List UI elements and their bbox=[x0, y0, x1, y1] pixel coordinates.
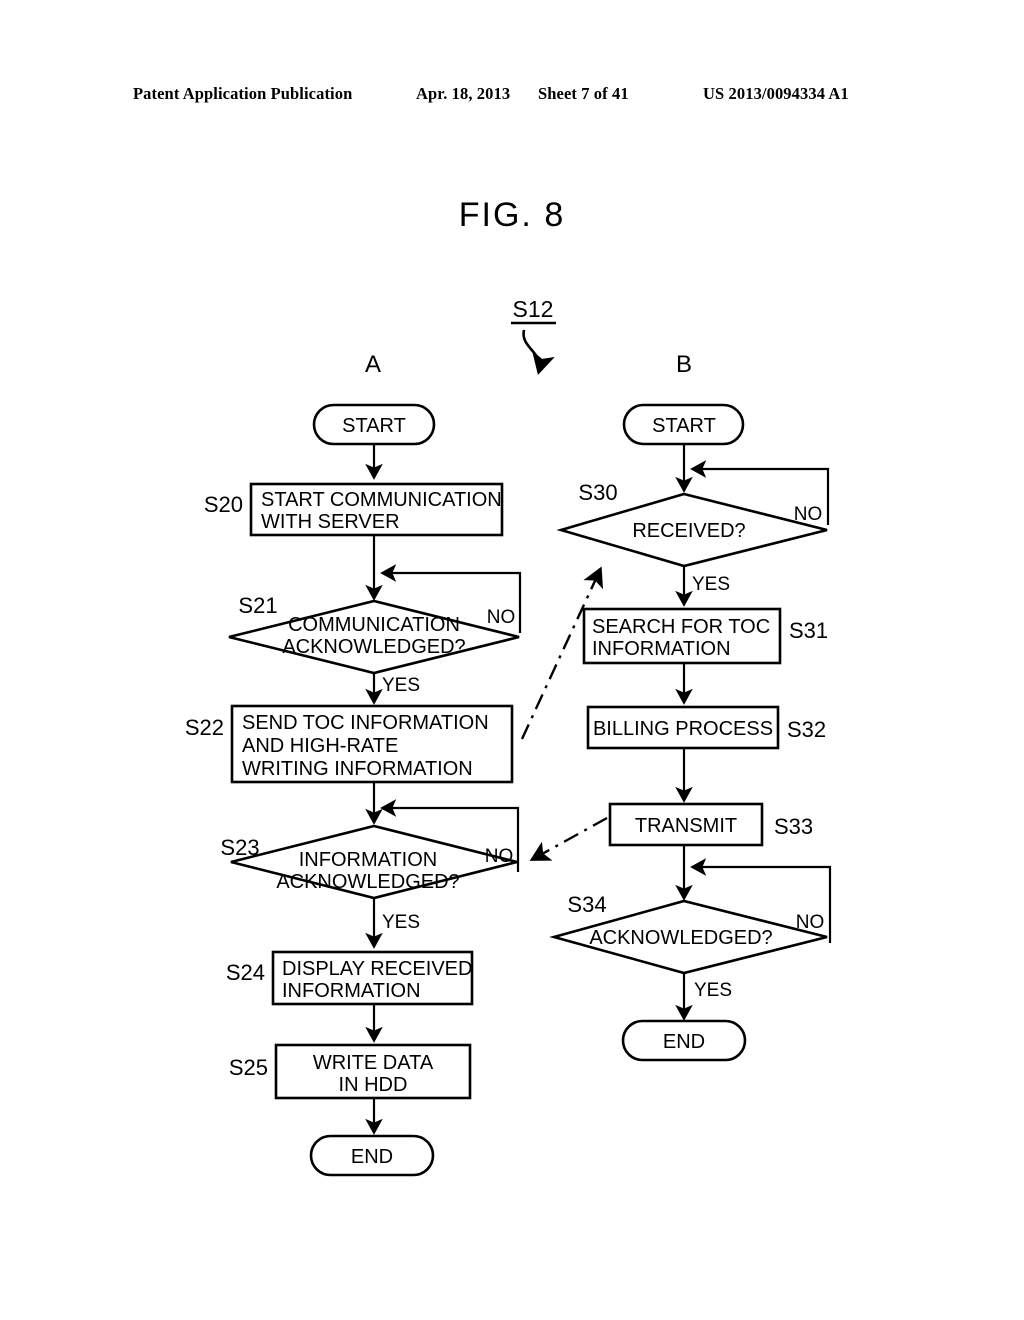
node-s20-label-line2: WITH SERVER bbox=[261, 511, 400, 533]
node-s23-label-line2: ACKNOWLEDGED? bbox=[276, 871, 459, 893]
node-s30-label: RECEIVED? bbox=[632, 520, 745, 542]
node-s31-label-line1: SEARCH FOR TOC bbox=[592, 616, 770, 638]
step-label-s32: S32 bbox=[787, 717, 826, 742]
node-a-end-label: END bbox=[351, 1146, 393, 1168]
node-s22-label-line3: WRITING INFORMATION bbox=[242, 758, 473, 780]
node-s21-label-line2: ACKNOWLEDGED? bbox=[282, 636, 465, 658]
step-label-s34: S34 bbox=[567, 892, 606, 917]
step-label-s30: S30 bbox=[578, 480, 617, 505]
node-s22-label-line2: AND HIGH-RATE bbox=[242, 735, 398, 757]
node-s20-label-line1: START COMMUNICATION bbox=[261, 489, 502, 511]
node-a-start-label: START bbox=[342, 415, 406, 437]
node-s34-label: ACKNOWLEDGED? bbox=[589, 927, 772, 949]
branch-label-s30-no: NO bbox=[794, 504, 823, 525]
branch-label-s30-yes: YES bbox=[692, 574, 730, 595]
step-label-s33: S33 bbox=[774, 814, 813, 839]
node-s31-label-line2: INFORMATION bbox=[592, 638, 731, 660]
node-s23-label-line1: INFORMATION bbox=[299, 849, 438, 871]
column-label-b: B bbox=[676, 351, 692, 378]
branch-label-s23-no: NO bbox=[485, 846, 514, 867]
node-s24-label-line2: INFORMATION bbox=[282, 980, 421, 1002]
flowchart-diagram: S12 A B START S20 START COMMUNICATION WI… bbox=[185, 296, 832, 1177]
step-label-s20: S20 bbox=[204, 492, 243, 517]
step-label-s23: S23 bbox=[220, 835, 259, 860]
branch-label-s34-no: NO bbox=[796, 912, 825, 933]
step-label-s24: S24 bbox=[226, 960, 265, 985]
crosslink-s33-to-s23 bbox=[529, 816, 608, 861]
node-s25-label-line1: WRITE DATA bbox=[313, 1052, 434, 1074]
node-s25-label-line2: IN HDD bbox=[339, 1074, 408, 1096]
reference-label-s12: S12 bbox=[513, 296, 554, 322]
patent-drawing-page: Patent Application Publication Apr. 18, … bbox=[0, 0, 1024, 1320]
node-s22-label-line1: SEND TOC INFORMATION bbox=[242, 712, 489, 734]
step-label-s22: S22 bbox=[185, 715, 224, 740]
step-label-s31: S31 bbox=[789, 618, 828, 643]
reference-arrow-s12 bbox=[522, 329, 555, 376]
branch-label-s34-yes: YES bbox=[694, 980, 732, 1001]
node-s32-label: BILLING PROCESS bbox=[593, 718, 773, 740]
column-label-a: A bbox=[365, 351, 381, 378]
branch-label-s23-yes: YES bbox=[382, 912, 420, 933]
branch-label-s21-yes: YES bbox=[382, 675, 420, 696]
node-s21-label-line1: COMMUNICATION bbox=[288, 614, 460, 636]
node-b-end-label: END bbox=[663, 1031, 705, 1053]
node-s33-label: TRANSMIT bbox=[635, 815, 737, 837]
step-label-s25: S25 bbox=[229, 1055, 268, 1080]
step-label-s21: S21 bbox=[238, 593, 277, 618]
node-s24-label-line1: DISPLAY RECEIVED bbox=[282, 958, 472, 980]
branch-label-s21-no: NO bbox=[487, 607, 516, 628]
node-b-start-label: START bbox=[652, 415, 716, 437]
